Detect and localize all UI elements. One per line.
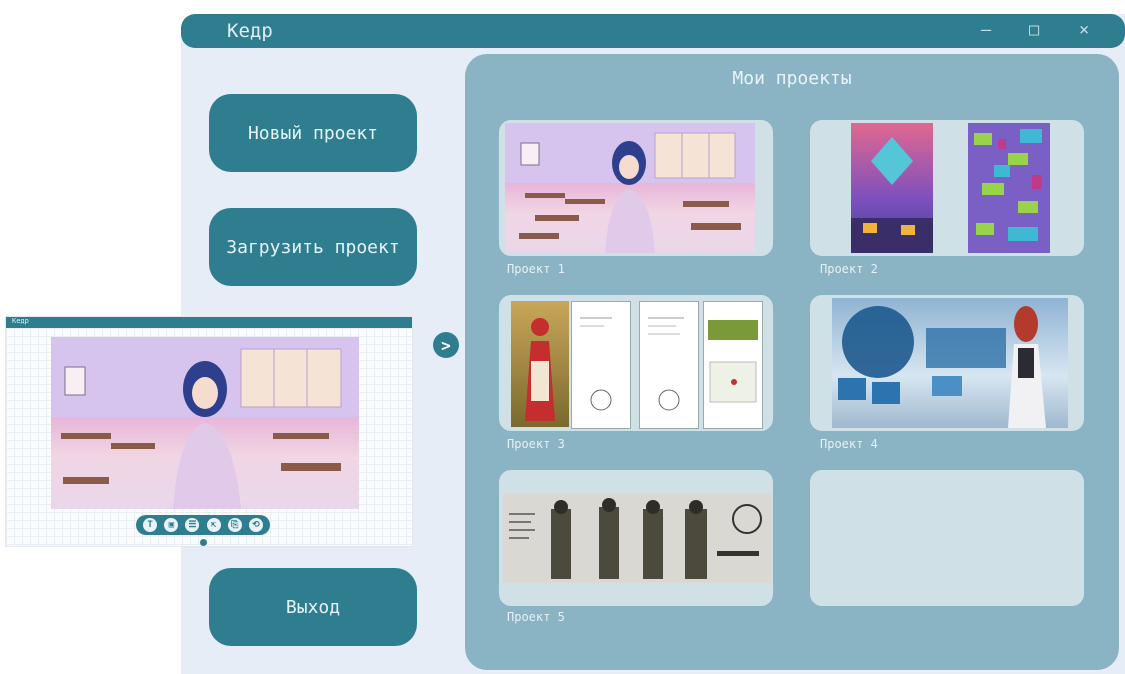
preview-title-bar: Кедр <box>6 317 412 328</box>
project-label-5: Проект 5 <box>507 610 565 624</box>
title-bar: Кедр – □ × <box>181 14 1125 48</box>
preview-canvas[interactable] <box>6 328 412 546</box>
project-card-1[interactable] <box>499 120 773 256</box>
project-card-5[interactable] <box>499 470 773 606</box>
empty-project-slot[interactable] <box>810 470 1084 606</box>
project-card-4[interactable] <box>810 295 1084 431</box>
project-label-4: Проект 4 <box>820 437 878 451</box>
project-label-3: Проект 3 <box>507 437 565 451</box>
maximize-icon[interactable]: □ <box>1029 20 1039 40</box>
projects-panel: Мои проекты Проект 1 Проект 2 Проект 3 П… <box>465 54 1119 670</box>
app-title: Кедр <box>227 20 273 42</box>
copy-tool-icon[interactable]: ⎘ <box>227 518 242 532</box>
close-icon[interactable]: × <box>1079 20 1089 40</box>
project-3-illustration <box>511 301 569 427</box>
project-3-page-2 <box>639 301 699 429</box>
text-tool-icon[interactable]: T <box>143 518 158 532</box>
export-tool-icon[interactable]: ⇱ <box>206 518 221 532</box>
new-project-button[interactable]: Новый проект <box>209 94 417 172</box>
chevron-right-icon[interactable]: > <box>433 332 459 358</box>
image-tool-icon[interactable]: ▣ <box>164 518 179 532</box>
project-3-page-map <box>703 301 763 429</box>
slide-indicator-dot[interactable] <box>200 539 207 546</box>
preview-toolbar: T ▣ ☰ ⇱ ⎘ ⟲ <box>136 515 270 535</box>
exit-button[interactable]: Выход <box>209 568 417 646</box>
project-2-thumbnail-right <box>968 123 1050 253</box>
project-card-3[interactable] <box>499 295 773 431</box>
project-4-thumbnail <box>832 298 1068 428</box>
project-card-2[interactable] <box>810 120 1084 256</box>
undo-tool-icon[interactable]: ⟲ <box>248 518 263 532</box>
preview-scene-image <box>51 337 359 509</box>
project-3-page-1 <box>571 301 631 429</box>
project-2-thumbnail-left <box>851 123 933 253</box>
preview-title: Кедр <box>12 317 29 325</box>
project-label-1: Проект 1 <box>507 262 565 276</box>
load-project-button[interactable]: Загрузить проект <box>209 208 417 286</box>
project-5-thumbnail <box>503 493 771 583</box>
minimize-icon[interactable]: – <box>981 20 991 40</box>
projects-title: Мои проекты <box>732 68 852 89</box>
layout-tool-icon[interactable]: ☰ <box>185 518 200 532</box>
project-1-thumbnail <box>505 123 755 253</box>
project-label-2: Проект 2 <box>820 262 878 276</box>
editor-preview-window: Кедр <box>6 317 412 546</box>
